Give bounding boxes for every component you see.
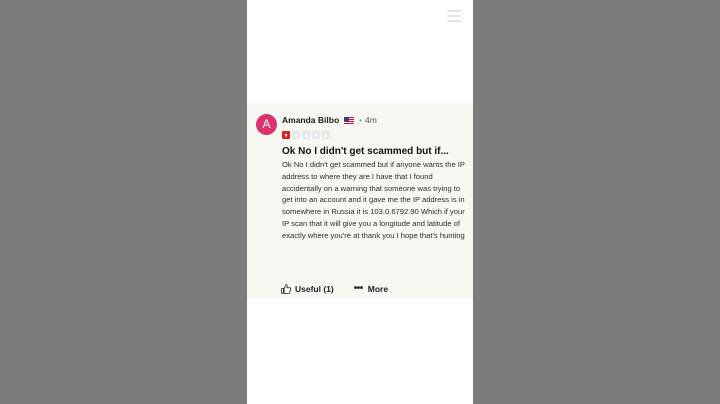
star-empty-icon — [312, 131, 320, 139]
more-button[interactable]: ••• More — [353, 283, 389, 295]
more-label: More — [367, 284, 389, 294]
star-rating — [282, 131, 330, 139]
review-title: Ok No I didn't get scammed but if... — [282, 146, 449, 157]
phone-screen: A Amanda Bilbo • 4m Ok No I didn't get s… — [247, 0, 473, 404]
separator-dot: • — [359, 115, 362, 125]
useful-button[interactable]: Useful (1) — [281, 284, 334, 294]
hamburger-menu-icon[interactable] — [447, 10, 461, 22]
review-header: Amanda Bilbo • 4m — [282, 115, 377, 125]
review-body: Ok No I didn't get scammed but if anyone… — [282, 160, 465, 240]
review-timestamp: 4m — [364, 115, 377, 125]
star-filled-icon — [282, 131, 290, 139]
thumbs-up-icon — [281, 284, 291, 294]
useful-label: Useful (1) — [295, 284, 334, 294]
review-card: A Amanda Bilbo • 4m Ok No I didn't get s… — [247, 103, 473, 299]
star-empty-icon — [302, 131, 310, 139]
video-frame: A Amanda Bilbo • 4m Ok No I didn't get s… — [0, 0, 720, 404]
avatar[interactable]: A — [256, 114, 277, 135]
star-empty-icon — [292, 131, 300, 139]
review-actions: Useful (1) ••• More — [281, 284, 388, 294]
us-flag-icon — [344, 116, 355, 124]
reviewer-name[interactable]: Amanda Bilbo — [282, 115, 339, 125]
star-empty-icon — [322, 131, 330, 139]
more-dots-icon: ••• — [353, 283, 364, 294]
